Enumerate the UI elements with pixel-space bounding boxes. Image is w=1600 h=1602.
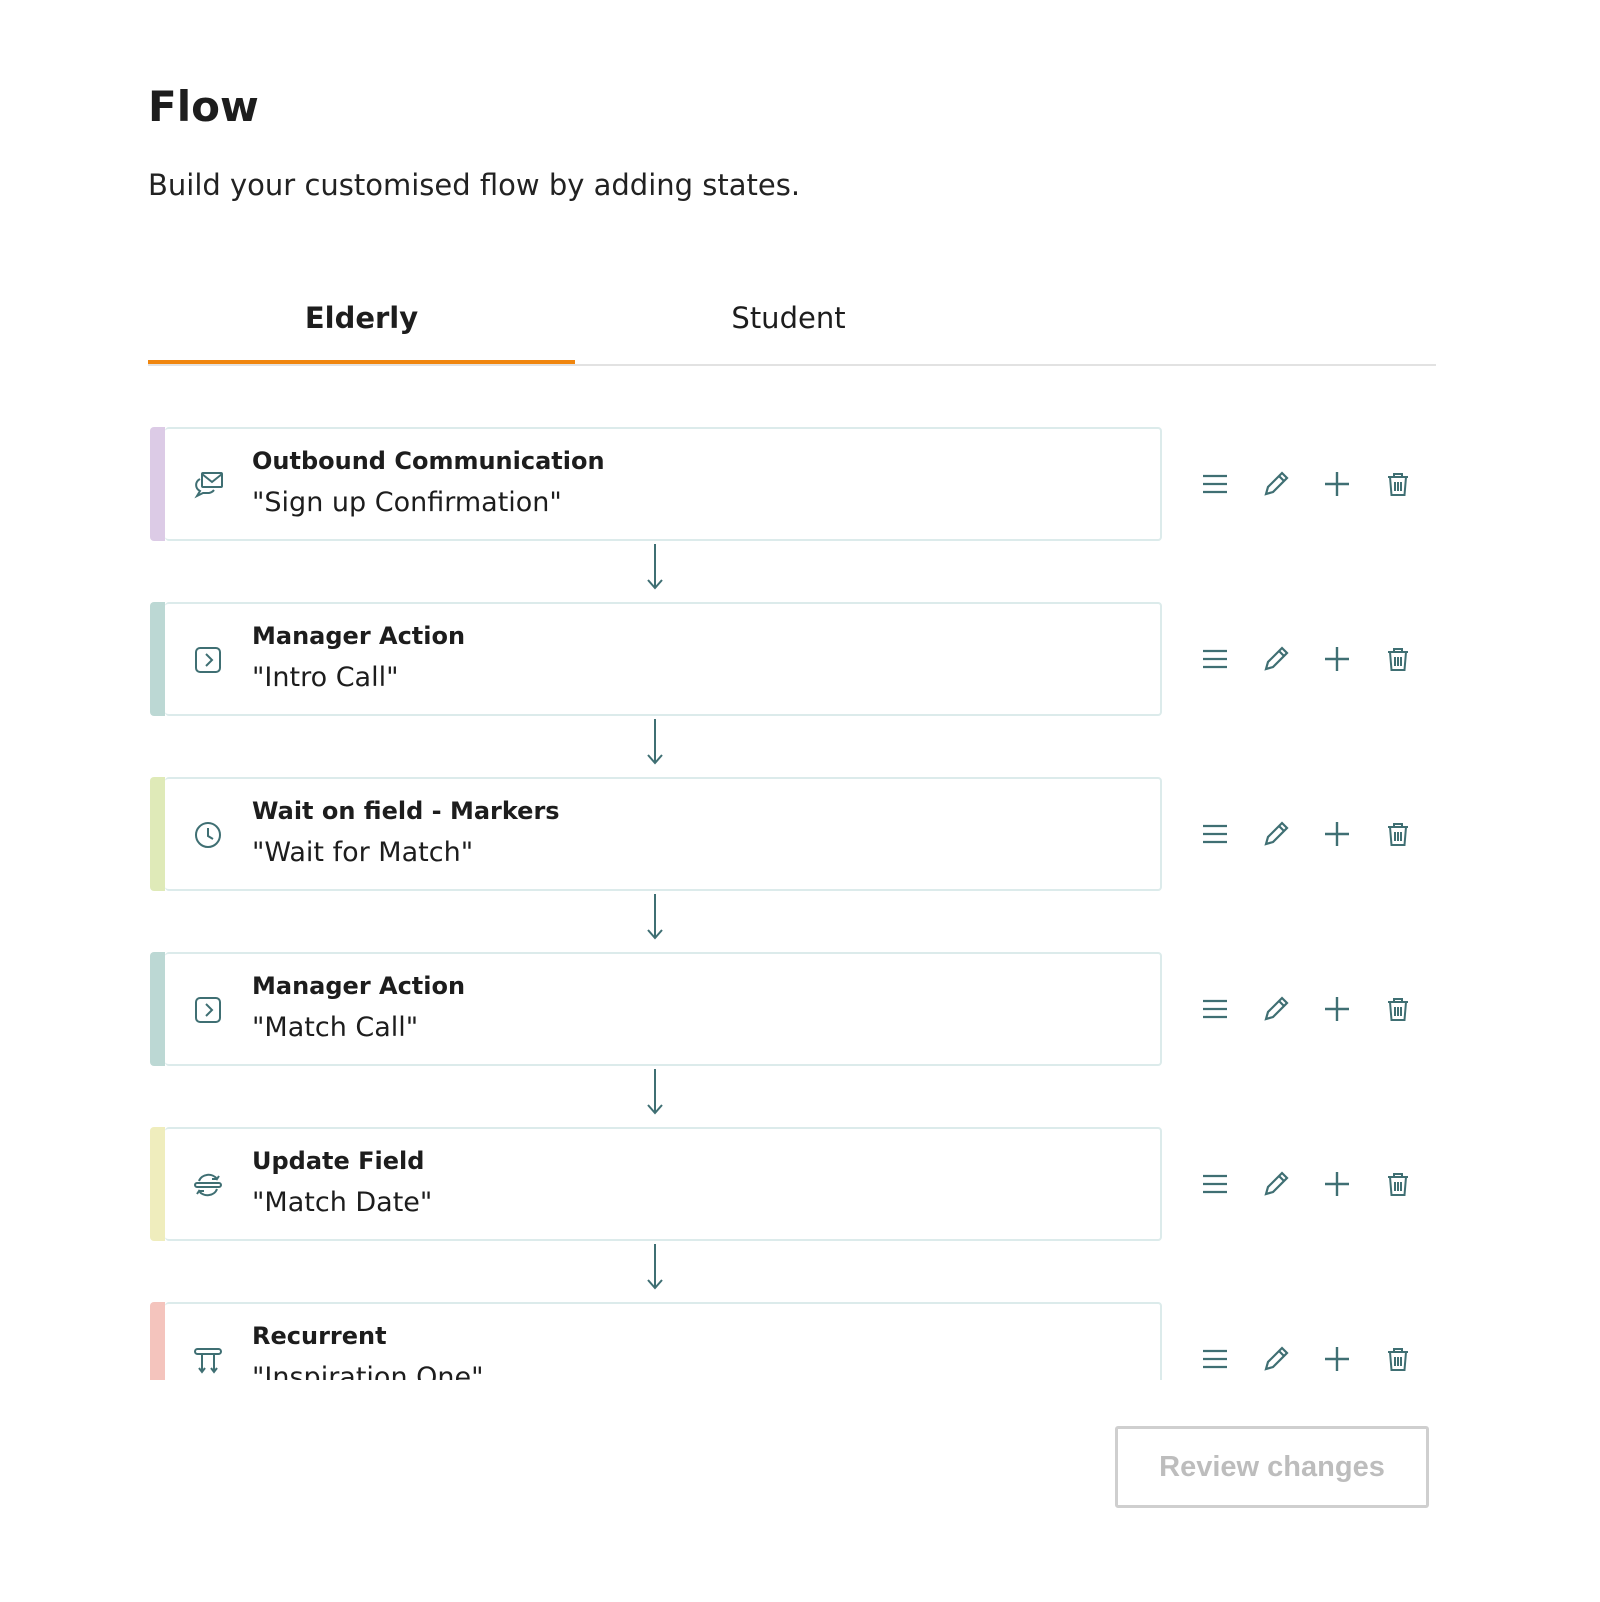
tab-student[interactable]: Student xyxy=(575,290,1002,362)
plus-icon[interactable] xyxy=(1322,469,1352,499)
state-name: "Inspiration One" xyxy=(252,1362,484,1380)
state-type: Manager Action xyxy=(252,622,466,650)
plus-icon[interactable] xyxy=(1322,1344,1352,1374)
plus-icon[interactable] xyxy=(1322,994,1352,1024)
arrow-down-icon xyxy=(640,892,670,942)
state-color-stripe xyxy=(150,952,165,1066)
state-color-stripe xyxy=(150,1127,165,1241)
state-name: "Sign up Confirmation" xyxy=(252,487,562,518)
clock-icon xyxy=(190,817,226,853)
state-type: Manager Action xyxy=(252,972,466,1000)
mail-chat-icon xyxy=(190,467,226,503)
arrow-down-icon xyxy=(640,542,670,592)
state-list[interactable]: Outbound Communication "Sign up Confirma… xyxy=(0,400,1600,1380)
tab-elderly[interactable]: Elderly xyxy=(148,290,575,364)
trash-icon[interactable] xyxy=(1383,469,1413,499)
state-type: Wait on field - Markers xyxy=(252,797,560,825)
state-name: "Intro Call" xyxy=(252,662,399,693)
state-row: Outbound Communication "Sign up Confirma… xyxy=(150,427,1440,541)
tab-bar: Elderly Student xyxy=(148,290,1436,366)
chevron-square-icon xyxy=(190,992,226,1028)
page-subtitle: Build your customised flow by adding sta… xyxy=(148,168,801,202)
state-card[interactable]: Manager Action "Match Call" xyxy=(165,952,1162,1066)
trash-icon[interactable] xyxy=(1383,644,1413,674)
state-card[interactable]: Recurrent "Inspiration One" xyxy=(165,1302,1162,1380)
plus-icon[interactable] xyxy=(1322,1169,1352,1199)
state-type: Recurrent xyxy=(252,1322,387,1350)
state-row: Wait on field - Markers "Wait for Match" xyxy=(150,777,1440,891)
reorder-icon[interactable] xyxy=(1200,1344,1230,1374)
refresh-icon xyxy=(190,1167,226,1203)
state-name: "Wait for Match" xyxy=(252,837,474,868)
state-name: "Match Call" xyxy=(252,1012,419,1043)
arrow-down-icon xyxy=(640,1067,670,1117)
state-card[interactable]: Manager Action "Intro Call" xyxy=(165,602,1162,716)
plus-icon[interactable] xyxy=(1322,819,1352,849)
state-card[interactable]: Wait on field - Markers "Wait for Match" xyxy=(165,777,1162,891)
state-type: Update Field xyxy=(252,1147,425,1175)
pencil-icon[interactable] xyxy=(1261,994,1291,1024)
pencil-icon[interactable] xyxy=(1261,1169,1291,1199)
state-color-stripe xyxy=(150,602,165,716)
reorder-icon[interactable] xyxy=(1200,994,1230,1024)
state-card[interactable]: Update Field "Match Date" xyxy=(165,1127,1162,1241)
reorder-icon[interactable] xyxy=(1200,819,1230,849)
state-row: Update Field "Match Date" xyxy=(150,1127,1440,1241)
trash-icon[interactable] xyxy=(1383,1344,1413,1374)
state-color-stripe xyxy=(150,777,165,891)
trash-icon[interactable] xyxy=(1383,1169,1413,1199)
state-row: Manager Action "Match Call" xyxy=(150,952,1440,1066)
state-name: "Match Date" xyxy=(252,1187,433,1218)
reorder-icon[interactable] xyxy=(1200,1169,1230,1199)
pencil-icon[interactable] xyxy=(1261,644,1291,674)
state-type: Outbound Communication xyxy=(252,447,605,475)
pencil-icon[interactable] xyxy=(1261,469,1291,499)
arrow-down-icon xyxy=(640,1242,670,1292)
reorder-icon[interactable] xyxy=(1200,644,1230,674)
reorder-icon[interactable] xyxy=(1200,469,1230,499)
state-color-stripe xyxy=(150,427,165,541)
state-color-stripe xyxy=(150,1302,165,1380)
pencil-icon[interactable] xyxy=(1261,1344,1291,1374)
page-title: Flow xyxy=(148,82,259,131)
arrow-down-icon xyxy=(640,717,670,767)
state-card[interactable]: Outbound Communication "Sign up Confirma… xyxy=(165,427,1162,541)
plus-icon[interactable] xyxy=(1322,644,1352,674)
state-row: Manager Action "Intro Call" xyxy=(150,602,1440,716)
review-changes-button[interactable]: Review changes xyxy=(1115,1426,1429,1508)
chevron-square-icon xyxy=(190,642,226,678)
trash-icon[interactable] xyxy=(1383,819,1413,849)
state-row: Recurrent "Inspiration One" xyxy=(150,1302,1440,1380)
trash-icon[interactable] xyxy=(1383,994,1413,1024)
pencil-icon[interactable] xyxy=(1261,819,1291,849)
recurrent-icon xyxy=(190,1342,226,1378)
